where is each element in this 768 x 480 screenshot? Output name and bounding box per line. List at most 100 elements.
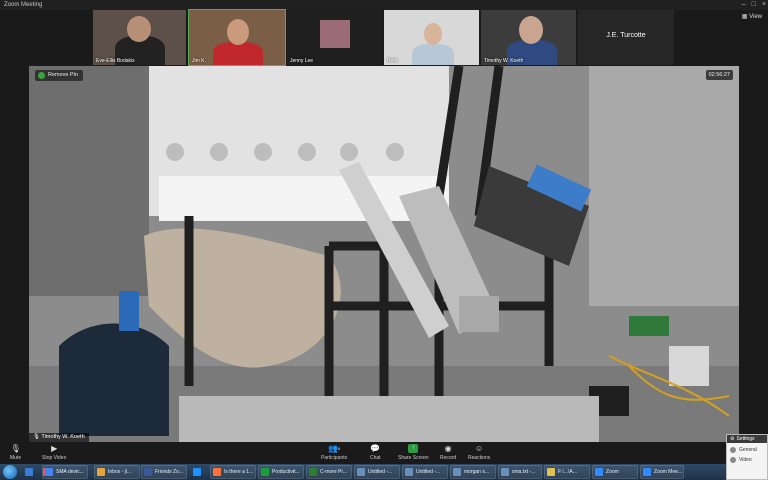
participant-tile[interactable]: Eve-Ellis Bodakis (93, 10, 186, 65)
reactions-label: Reactions (468, 455, 491, 461)
remove-pin-button[interactable]: Remove Pin (35, 70, 83, 81)
taskbar-app-icon (595, 468, 603, 476)
taskbar-item[interactable]: Untitled -... (354, 465, 400, 479)
taskbar-app-icon (261, 468, 269, 476)
taskbar-item[interactable]: Untitled -... (402, 465, 448, 479)
participant-name: Beth (387, 58, 398, 64)
taskbar-app-icon (213, 468, 221, 476)
chat-label: Chat (370, 455, 381, 461)
stop-video-button[interactable]: ▶ Stop Video (42, 444, 66, 461)
taskbar-item[interactable]: Friends Zo... (141, 465, 187, 479)
zoom-app-window: Zoom Meeting – □ × Eve-Ellis Bodakis Jim… (0, 0, 768, 480)
maximize-button[interactable]: □ (752, 0, 756, 10)
taskbar-item-label: F:\...\A... (558, 469, 577, 475)
grid-icon: ▦ (741, 14, 748, 20)
participant-video (412, 44, 454, 65)
participant-name: Timothy W. Koeth (484, 58, 524, 64)
left-wall (29, 66, 149, 296)
participant-face (227, 19, 249, 45)
participant-tile[interactable]: J.E. Turcotte (578, 10, 674, 65)
mute-button[interactable]: 🎙 Mute (10, 444, 21, 461)
participant-tile[interactable]: Jim K. (188, 9, 286, 66)
taskbar-item[interactable]: Zoom Mee... (640, 465, 684, 479)
participant-video (320, 20, 350, 48)
start-button[interactable] (3, 465, 17, 479)
bench-platform (179, 396, 599, 442)
right-wall (589, 66, 739, 306)
taskbar-app-icon (501, 468, 509, 476)
reactions-button[interactable]: ☺ Reactions (468, 444, 490, 461)
taskbar-item-label: Zoom (606, 469, 619, 475)
window-title: Zoom Meeting (4, 2, 43, 8)
participant-name: Jim K. (192, 58, 206, 64)
taskbar-item[interactable]: Productivit... (258, 465, 304, 479)
record-icon: ◉ (444, 444, 452, 453)
chat-icon: 💬 (370, 444, 381, 453)
settings-title: Settings (736, 436, 755, 442)
video-camera-icon: ▶ (51, 444, 58, 453)
taskbar-item-label: morgan s... (464, 469, 490, 475)
gear-icon: ⚙ (730, 436, 735, 442)
taskbar-item-label: Inbox - jl... (108, 469, 132, 475)
taskbar-item-label: Productivit... (272, 469, 300, 475)
share-screen-button[interactable]: ↑ Share Screen (398, 444, 429, 461)
speaker-name-label: 🎙 Timothy W. Koeth (29, 433, 89, 442)
taskbar-app-icon (405, 468, 413, 476)
taskbar-item[interactable]: C-more Pr... (306, 465, 352, 479)
record-button[interactable]: ◉ Record (440, 444, 456, 461)
taskbar-app-icon (453, 468, 461, 476)
microphone-icon: 🎙 (10, 444, 21, 453)
taskbar-item-label: Zoom Mee... (654, 469, 683, 475)
general-icon (730, 447, 736, 453)
participant-tile[interactable]: Jenny Lee (287, 10, 382, 65)
taskbar-item-label: Untitled -... (368, 469, 393, 475)
taskbar-item[interactable]: morgan s... (450, 465, 496, 479)
view-label: View (749, 14, 762, 20)
taskbar-item[interactable]: Is there a 1... (210, 465, 256, 479)
reactions-icon: ☺ (475, 444, 484, 453)
participant-name: J.E. Turcotte (606, 32, 646, 39)
share-screen-label: Share Screen (398, 455, 429, 461)
participant-face (127, 16, 151, 42)
taskbar-item[interactable]: Zoom (592, 465, 638, 479)
participant-name: Jenny Lee (290, 58, 314, 64)
settings-popup: ⚙ Settings General Video (726, 434, 768, 480)
shield-icon (38, 72, 45, 79)
taskbar-item[interactable]: F:\...\A... (544, 465, 590, 479)
settings-item-general[interactable]: General (727, 443, 767, 453)
taskbar-item[interactable] (190, 465, 204, 479)
participants-icon: 👥 8 (327, 444, 341, 453)
taskbar-item[interactable]: SMA devic... (42, 465, 88, 479)
window-controls: – □ × (742, 0, 766, 10)
mute-label: Mute (10, 455, 22, 461)
windows-taskbar: SMA devic... Inbox - jl... Friends Zo... Is… (0, 464, 768, 480)
tool-bag (59, 323, 169, 436)
minimize-button[interactable]: – (742, 0, 746, 10)
taskbar-item[interactable] (22, 465, 36, 479)
taskbar-item[interactable]: Inbox - jl... (94, 465, 140, 479)
participant-name: Eve-Ellis Bodakis (96, 58, 135, 64)
taskbar-item-label: C-more Pr... (320, 469, 347, 475)
record-label: Record (440, 455, 457, 461)
taskbar-app-icon (97, 468, 105, 476)
taskbar-item-label: SMA devic... (56, 469, 84, 475)
taskbar-app-icon (25, 468, 33, 476)
taskbar-app-icon (357, 468, 365, 476)
view-button[interactable]: ▦ View (742, 13, 762, 20)
settings-item-video[interactable]: Video (727, 453, 767, 463)
taskbar-item[interactable]: sma.txt -... (498, 465, 542, 479)
muted-mic-icon: 🎙 (33, 434, 40, 440)
participant-video (213, 42, 263, 65)
close-button[interactable]: × (762, 0, 766, 10)
video-frame (29, 66, 739, 442)
participants-button[interactable]: 👥 8 Participants (321, 444, 347, 461)
participant-tile[interactable]: Timothy W. Koeth (481, 10, 576, 65)
taskbar-app-icon (643, 468, 651, 476)
taskbar-item-label: Untitled -... (416, 469, 441, 475)
participant-tile[interactable]: Beth (384, 10, 479, 65)
speaker-name: Timothy W. Koeth (41, 434, 85, 440)
taskbar-item-label: sma.txt -... (512, 469, 536, 475)
chat-button[interactable]: 💬 Chat (370, 444, 381, 461)
participant-face (519, 16, 543, 44)
taskbar-item-label: Friends Zo... (155, 469, 184, 475)
